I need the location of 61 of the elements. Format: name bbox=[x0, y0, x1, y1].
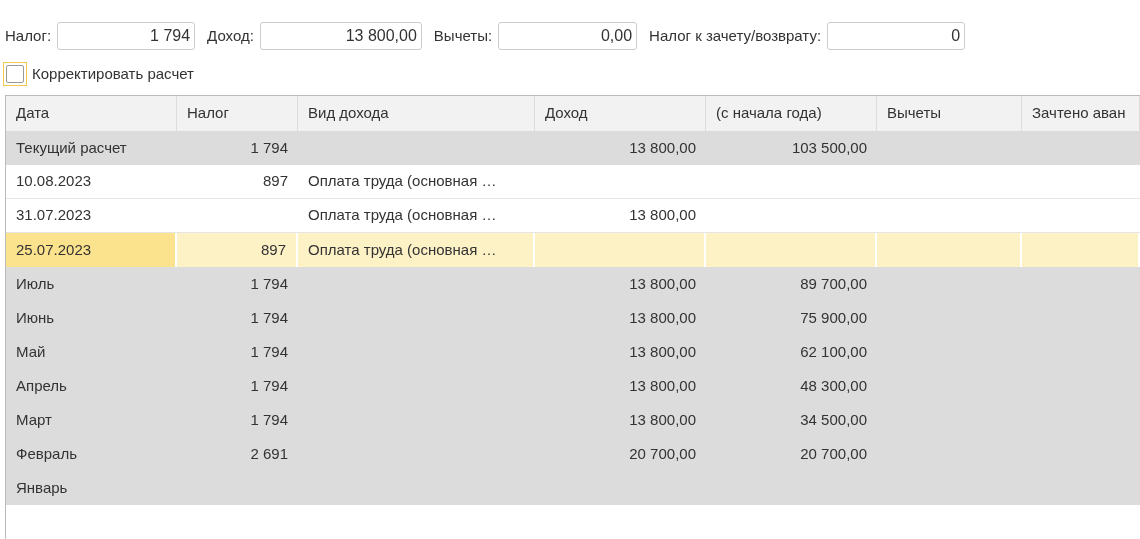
table-cell-text: 13 800,00 bbox=[628, 409, 697, 430]
table-cell: 25.07.2023 bbox=[6, 233, 177, 267]
table-row[interactable]: Июль 1 794 13 800,00 89 700,00 bbox=[6, 267, 1140, 301]
input-field[interactable]: 1 794 bbox=[57, 22, 196, 50]
table-cell-text: Оплата труда (основная … bbox=[307, 205, 498, 226]
table-row[interactable]: Февраль 2 691 20 700,00 20 700,00 bbox=[6, 437, 1140, 471]
column-header[interactable]: (с начала года) bbox=[706, 96, 877, 131]
table-cell-text: 34 500,00 bbox=[799, 409, 868, 430]
field-label: Налог: bbox=[5, 25, 52, 46]
table-cell-text: 1 794 bbox=[249, 409, 289, 430]
table-row[interactable]: 25.07.2023 897 Оплата труда (основная … bbox=[6, 233, 1140, 267]
table-cell-text: 89 700,00 bbox=[799, 273, 868, 294]
table-cell-text: Февраль bbox=[15, 443, 78, 464]
table-cell-text: 1 794 bbox=[249, 375, 289, 396]
column-header[interactable]: Дата bbox=[6, 96, 177, 131]
table-cell-text: 75 900,00 bbox=[799, 307, 868, 328]
input-field[interactable]: 0 bbox=[827, 22, 966, 50]
table-cell-text: Январь bbox=[15, 477, 69, 498]
table-cell-text: Март bbox=[15, 409, 53, 430]
table-cell-text: Апрель bbox=[15, 375, 68, 396]
table-cell-text: 1 794 bbox=[249, 341, 289, 362]
table-row[interactable]: Апрель 1 794 13 800,00 48 300,00 bbox=[6, 369, 1140, 403]
table-cell-text: 10.08.2023 bbox=[15, 171, 93, 192]
field-label: Налог к зачету/возврату: bbox=[649, 25, 822, 46]
checkbox-label[interactable]: Корректировать расчет bbox=[32, 62, 194, 86]
table-cell-text: 13 800,00 bbox=[628, 375, 697, 396]
column-header[interactable]: Зачтено аван bbox=[1022, 96, 1140, 131]
table-cell-text: 13 800,00 bbox=[628, 307, 697, 328]
table-row[interactable]: Январь bbox=[6, 471, 1140, 505]
table-cell-text: 13 800,00 bbox=[628, 137, 697, 158]
table-cell-text: 13 800,00 bbox=[628, 205, 697, 226]
table-row[interactable]: Текущий расчет 1 794 13 800,00 103 500,00 bbox=[6, 131, 1140, 165]
table-cell-text: 1 794 bbox=[249, 137, 289, 158]
table-cell-text: 1 794 bbox=[249, 273, 289, 294]
column-header[interactable]: Налог bbox=[177, 96, 298, 131]
input-field[interactable]: 0,00 bbox=[498, 22, 638, 50]
column-header[interactable]: Вычеты bbox=[877, 96, 1022, 131]
table-cell-text: Текущий расчет bbox=[15, 137, 128, 158]
table-cell-text: 62 100,00 bbox=[799, 341, 868, 362]
table-cell-text: 31.07.2023 bbox=[15, 205, 93, 226]
table-cell-text: 20 700,00 bbox=[628, 443, 697, 464]
table-row[interactable]: Июнь 1 794 13 800,00 75 900,00 bbox=[6, 301, 1140, 335]
table-cell-text: 13 800,00 bbox=[628, 273, 697, 294]
table-cell-text: 103 500,00 bbox=[790, 137, 868, 158]
column-header[interactable]: Вид дохода bbox=[298, 96, 535, 131]
table-cell-text: Июль bbox=[15, 273, 56, 294]
table-row[interactable]: Май 1 794 13 800,00 62 100,00 bbox=[6, 335, 1140, 369]
table-cell-text: 48 300,00 bbox=[799, 375, 868, 396]
field-label: Доход: bbox=[207, 25, 254, 46]
table-cell-text: 20 700,00 bbox=[799, 443, 868, 464]
table-cell-text: Май bbox=[15, 341, 47, 362]
table-row[interactable]: Март 1 794 13 800,00 34 500,00 bbox=[6, 403, 1140, 437]
table-cell-text: Июнь bbox=[15, 307, 56, 328]
table-cell-text: 13 800,00 bbox=[628, 341, 697, 362]
field-label: Вычеты: bbox=[433, 25, 493, 46]
table-cell-text: Оплата труда (основная … bbox=[307, 171, 498, 192]
input-field[interactable]: 13 800,00 bbox=[259, 22, 422, 50]
column-header[interactable]: Доход bbox=[535, 96, 706, 131]
table-cell-text: 897 bbox=[261, 171, 289, 192]
table-cell-text: 1 794 bbox=[249, 307, 289, 328]
table-cell-text: 2 691 bbox=[249, 443, 289, 464]
